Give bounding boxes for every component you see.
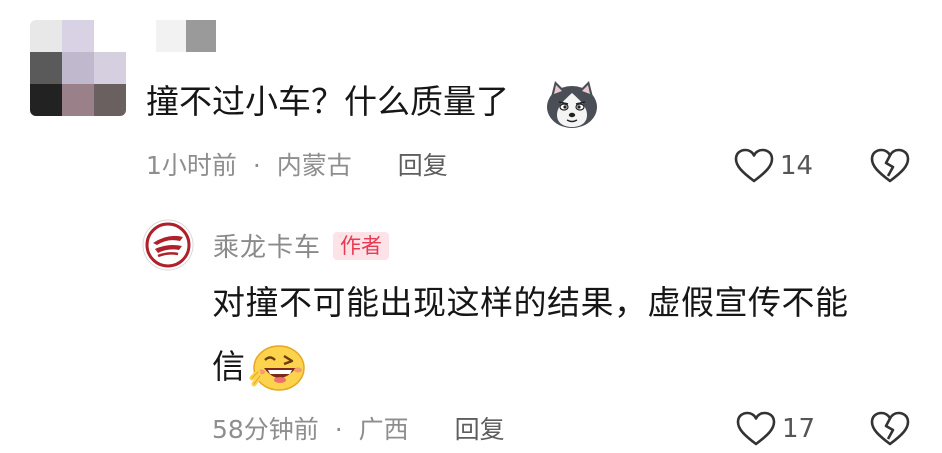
author-name[interactable]: 乘龙卡车 (213, 227, 321, 264)
like-button[interactable]: 17 (736, 411, 815, 447)
meta-separator: · (252, 151, 261, 180)
commenter-name-pixelated[interactable] (156, 20, 216, 52)
avatar-pixel-block (62, 20, 94, 52)
reply-meta: 58分钟前 · 广西 回复 (212, 414, 505, 446)
avatar-pixel-block (62, 52, 94, 84)
name-pixel-block (186, 20, 216, 52)
author-badge: 作者 (333, 231, 390, 260)
reply-button[interactable]: 回复 (455, 415, 505, 444)
reply-button[interactable]: 回复 (398, 151, 448, 180)
like-button[interactable]: 14 (734, 148, 813, 184)
reply-time: 58分钟前 (212, 415, 319, 444)
name-pixel-block (156, 20, 186, 52)
husky-emoji-icon (547, 81, 597, 128)
comment-location: 内蒙古 (276, 151, 352, 180)
comment-text: 撞不过小车？什么质量了 (146, 82, 509, 121)
heart-icon (736, 411, 776, 446)
avatar-pixel-block (94, 84, 126, 116)
broken-heart-icon[interactable] (870, 148, 910, 184)
author-avatar-logo[interactable] (142, 219, 194, 271)
avatar-pixel-block (30, 20, 62, 52)
avatar-pixel-block (94, 20, 126, 52)
comment-meta: 1小时前 · 内蒙古 回复 (146, 150, 448, 182)
broken-heart-icon[interactable] (870, 411, 910, 447)
reply-text-line1: 对撞不可能出现这样的结果，虚假宣传不能 (212, 283, 849, 322)
avatar-pixel-block (62, 84, 94, 116)
reply-text-line2: 信 (212, 347, 245, 386)
meta-separator: · (334, 415, 343, 444)
author-name-row: 乘龙卡车 作者 (213, 227, 390, 264)
avatar-pixel-block (30, 84, 62, 116)
avatar-pixel-block (94, 52, 126, 84)
comment-time: 1小时前 (146, 151, 237, 180)
like-count: 14 (780, 151, 814, 181)
avatar-pixel-block (30, 52, 62, 84)
commenter-avatar[interactable] (30, 20, 126, 116)
heart-icon (734, 148, 774, 183)
laughing-wink-emoji-icon (249, 345, 305, 391)
like-count: 17 (782, 414, 816, 444)
reply-location: 广西 (358, 415, 409, 444)
